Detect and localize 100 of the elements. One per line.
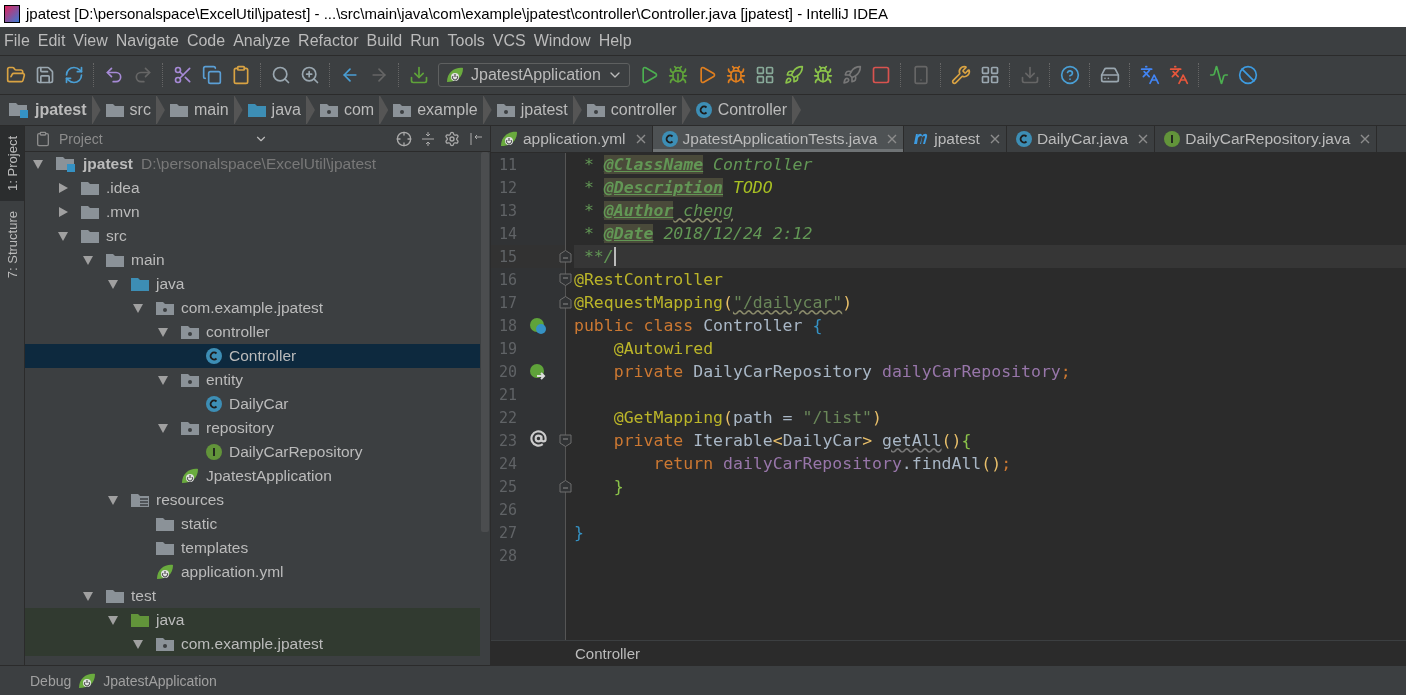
drive-icon[interactable]: [1099, 65, 1120, 85]
expanded-arrow-icon[interactable]: [156, 421, 170, 435]
expanded-arrow-icon[interactable]: [106, 277, 120, 291]
rocket-icon[interactable]: [841, 65, 862, 85]
expanded-arrow-icon[interactable]: [106, 493, 120, 507]
fold-marker-icon[interactable]: [559, 250, 572, 263]
expanded-arrow-icon[interactable]: [156, 325, 170, 339]
expanded-arrow-icon[interactable]: [81, 253, 95, 267]
menu-item[interactable]: Tools: [447, 32, 491, 50]
open-folder-icon[interactable]: [6, 65, 26, 85]
tree-item[interactable]: resources: [25, 488, 480, 512]
monitor-icon[interactable]: [1208, 65, 1229, 85]
breadcrumb-item[interactable]: src: [104, 96, 165, 124]
tree-item[interactable]: .mvn: [25, 200, 480, 224]
fold-marker-icon[interactable]: [559, 296, 572, 309]
editor-breadcrumb[interactable]: Controller: [575, 644, 641, 662]
menu-item[interactable]: Analyze: [233, 32, 297, 50]
fold-marker-icon[interactable]: [559, 434, 572, 447]
menu-item[interactable]: Edit: [37, 32, 72, 50]
locate-icon[interactable]: [396, 130, 412, 147]
autowired-icon[interactable]: [529, 362, 547, 381]
menu-item[interactable]: Code: [186, 32, 232, 50]
menu-item[interactable]: Window: [533, 32, 597, 50]
tree-item[interactable]: jpatest D:\personalspace\ExcelUtil\jpatest: [25, 152, 480, 176]
expanded-arrow-icon[interactable]: [131, 301, 145, 315]
menu-item[interactable]: VCS: [492, 32, 532, 50]
breadcrumb-item[interactable]: Controller: [694, 96, 801, 124]
translate-icon[interactable]: [1168, 65, 1189, 85]
debug-jr-icon[interactable]: [812, 65, 833, 85]
grid-icon[interactable]: [754, 65, 775, 85]
rocket-icon[interactable]: [783, 65, 804, 85]
hide-icon[interactable]: [468, 130, 484, 147]
collapsed-arrow-icon[interactable]: [56, 205, 70, 219]
spring-bean-icon[interactable]: [529, 316, 547, 335]
tree-item[interactable]: src: [25, 224, 480, 248]
breadcrumb-item[interactable]: controller: [585, 96, 691, 124]
scrollbar-thumb[interactable]: [481, 152, 489, 532]
tree-item[interactable]: repository: [25, 416, 480, 440]
close-icon[interactable]: [1360, 134, 1371, 144]
collapsed-arrow-icon[interactable]: [56, 181, 70, 195]
expanded-arrow-icon[interactable]: [31, 157, 45, 171]
tree-item[interactable]: controller: [25, 320, 480, 344]
menu-item[interactable]: Navigate: [115, 32, 185, 50]
tree-item[interactable]: java: [25, 272, 480, 296]
stop-icon[interactable]: [870, 65, 891, 85]
breadcrumb-item[interactable]: jpatest: [495, 96, 582, 124]
breadcrumb-item[interactable]: jpatest: [8, 96, 101, 124]
expanded-arrow-icon[interactable]: [131, 637, 145, 651]
sync-icon[interactable]: [64, 65, 84, 85]
menu-item[interactable]: Run: [410, 32, 446, 50]
tree-item[interactable]: .idea: [25, 176, 480, 200]
tree-item[interactable]: Controller: [25, 344, 480, 368]
undo-icon[interactable]: [104, 65, 124, 85]
help-icon[interactable]: [1059, 65, 1080, 85]
panel-title[interactable]: Project: [59, 130, 103, 147]
tool-window-tab[interactable]: 1: Project: [0, 126, 24, 201]
close-icon[interactable]: [1138, 134, 1149, 144]
fold-marker-icon[interactable]: [559, 480, 572, 493]
debug-icon[interactable]: [667, 65, 688, 85]
copy-icon[interactable]: [202, 65, 222, 85]
paste-icon[interactable]: [231, 65, 251, 85]
cut-icon[interactable]: [173, 65, 193, 85]
breadcrumb-item[interactable]: java: [246, 96, 315, 124]
close-icon[interactable]: [887, 134, 898, 144]
fold-marker-icon[interactable]: [559, 273, 572, 286]
collapse-icon[interactable]: [420, 130, 436, 147]
expanded-arrow-icon[interactable]: [56, 229, 70, 243]
menu-item[interactable]: File: [4, 32, 36, 50]
close-icon[interactable]: [989, 134, 1000, 144]
status-app-name[interactable]: JpatestApplication: [103, 672, 217, 689]
save-icon[interactable]: [35, 65, 55, 85]
tool-window-tab[interactable]: 7: Structure: [0, 200, 24, 289]
disable-icon[interactable]: [1237, 65, 1258, 85]
tree-item[interactable]: DailyCarRepository: [25, 440, 480, 464]
tree-item[interactable]: JpatestApplication: [25, 464, 480, 488]
run-configuration-dropdown[interactable]: JpatestApplication: [438, 63, 630, 87]
menu-item[interactable]: View: [73, 32, 114, 50]
tree-item[interactable]: com.example.jpatest: [25, 632, 480, 656]
expanded-arrow-icon[interactable]: [156, 373, 170, 387]
menu-item[interactable]: Refactor: [298, 32, 365, 50]
menu-item[interactable]: Build: [366, 32, 409, 50]
tree-item[interactable]: test: [25, 584, 480, 608]
tree-item[interactable]: templates: [25, 536, 480, 560]
tree-item[interactable]: com.example.jpatest: [25, 296, 480, 320]
tree-item[interactable]: DailyCar: [25, 392, 480, 416]
menu-item[interactable]: Help: [598, 32, 638, 50]
tree-item[interactable]: entity: [25, 368, 480, 392]
expanded-arrow-icon[interactable]: [106, 613, 120, 627]
breadcrumb-item[interactable]: main: [168, 96, 243, 124]
expanded-arrow-icon[interactable]: [81, 589, 95, 603]
editor-tab[interactable]: JpatestApplicationTests.java: [652, 126, 905, 152]
breadcrumb-item[interactable]: com: [318, 96, 389, 124]
tree-item[interactable]: java: [25, 608, 480, 632]
translate-icon[interactable]: [1139, 65, 1160, 85]
tree-item[interactable]: static: [25, 512, 480, 536]
tree-item[interactable]: main: [25, 248, 480, 272]
breadcrumb-item[interactable]: example: [392, 96, 492, 124]
tree-item[interactable]: application.yml: [25, 560, 480, 584]
close-icon[interactable]: [635, 134, 646, 144]
search-icon[interactable]: [271, 65, 291, 85]
